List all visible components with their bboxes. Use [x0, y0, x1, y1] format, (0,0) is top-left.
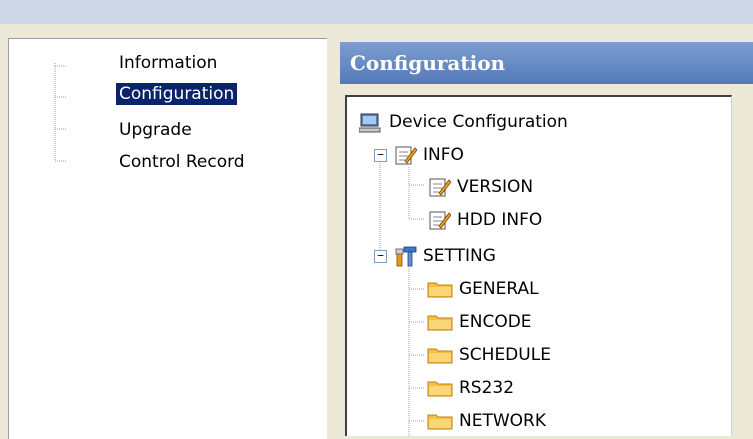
folder-icon: [427, 315, 453, 331]
nav-item-information[interactable]: Information: [119, 51, 217, 75]
folder-icon: [427, 348, 453, 364]
collapse-icon[interactable]: −: [374, 250, 387, 263]
tree-item-encode[interactable]: ENCODE: [427, 308, 627, 336]
tree-item-label: INFO: [423, 145, 464, 165]
tree-item-label: VERSION: [457, 177, 534, 197]
config-tree[interactable]: Device Configuration − INFO VERSION HDD …: [345, 95, 732, 436]
tree-item-rs232[interactable]: RS232: [427, 374, 627, 402]
tree-item-label: RS232: [459, 378, 515, 398]
folder-icon: [427, 381, 453, 397]
tree-item-network[interactable]: NETWORK: [427, 407, 627, 435]
tree-item-label: GENERAL: [459, 279, 539, 299]
collapse-icon[interactable]: −: [374, 149, 387, 162]
folder-icon: [427, 414, 453, 430]
tree-item-info[interactable]: − INFO: [373, 141, 573, 169]
tree-item-device-configuration[interactable]: Device Configuration: [359, 108, 719, 136]
tree-item-label: Device Configuration: [389, 112, 568, 132]
tree-item-label: NETWORK: [459, 411, 546, 431]
nav-item-configuration[interactable]: Configuration: [116, 82, 238, 106]
tree-item-label: HDD INFO: [457, 210, 543, 230]
tree-item-schedule[interactable]: SCHEDULE: [427, 341, 627, 369]
nav-item-upgrade[interactable]: Upgrade: [119, 118, 192, 142]
tree-item-label: ENCODE: [459, 312, 532, 332]
tree-item-label: SCHEDULE: [459, 345, 551, 365]
notepad-edit-icon: [429, 211, 451, 230]
folder-icon: [427, 282, 453, 298]
nav-item-label: Configuration: [116, 83, 238, 105]
tree-item-version[interactable]: VERSION: [427, 173, 627, 201]
notepad-edit-icon: [395, 146, 417, 165]
nav-item-label: Upgrade: [119, 120, 192, 140]
tools-icon: [395, 246, 417, 267]
top-bar: [0, 0, 753, 24]
notepad-edit-icon: [429, 178, 451, 197]
computer-icon: [359, 113, 381, 133]
nav-panel: Information Configuration Upgrade Contro…: [8, 38, 327, 439]
nav-tree-lines: [54, 63, 67, 162]
tree-item-general[interactable]: GENERAL: [427, 275, 627, 303]
tree-item-hdd-info[interactable]: HDD INFO: [427, 206, 627, 234]
tree-item-label: SETTING: [423, 246, 496, 266]
nav-item-label: Information: [119, 53, 218, 73]
config-title: Configuration: [350, 51, 506, 75]
config-title-bar: Configuration: [340, 42, 753, 84]
nav-item-label: Control Record: [119, 152, 245, 172]
nav-item-control-record[interactable]: Control Record: [119, 150, 245, 174]
tree-item-setting[interactable]: − SETTING: [373, 242, 573, 270]
